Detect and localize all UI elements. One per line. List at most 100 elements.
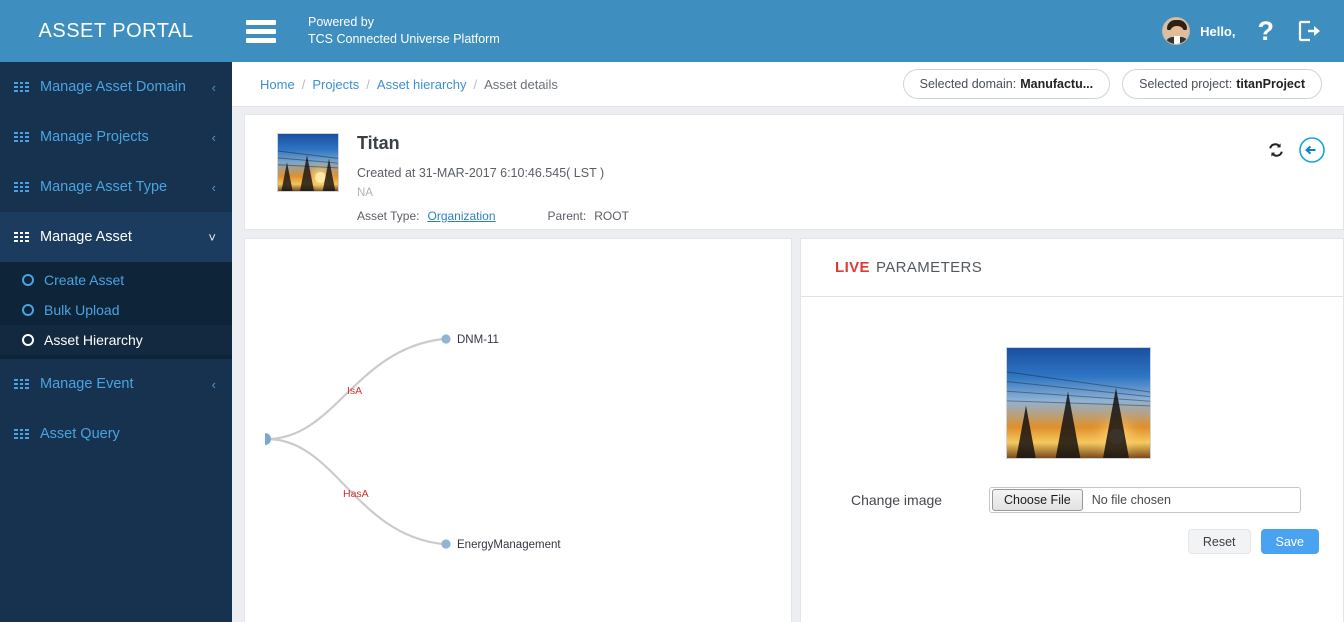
sidebar-subitem-label: Create Asset bbox=[44, 272, 125, 288]
form-actions: Reset Save bbox=[1187, 529, 1319, 554]
logout-icon[interactable] bbox=[1296, 18, 1322, 44]
chevron-left-icon: ‹ bbox=[211, 79, 216, 95]
tree-node-label-energymanagement[interactable]: EnergyManagement bbox=[457, 539, 561, 551]
logout-icon-svg bbox=[1298, 20, 1320, 42]
parameters-label: PARAMETERS bbox=[875, 259, 983, 276]
breadcrumb-current: Asset details bbox=[484, 76, 558, 92]
asset-description: NA bbox=[357, 187, 373, 199]
save-button[interactable]: Save bbox=[1260, 529, 1319, 554]
change-image-row: Change image Choose File No file chosen bbox=[851, 487, 1301, 513]
tree-edge-label-hasa: HasA bbox=[343, 488, 369, 500]
sidebar-subitem-label: Bulk Upload bbox=[44, 302, 120, 318]
selected-domain-chip[interactable]: Selected domain: Manufactu... bbox=[902, 69, 1111, 99]
tree-node-dot[interactable] bbox=[441, 539, 451, 549]
sidebar-item-manage-event[interactable]: Manage Event ‹ bbox=[0, 359, 232, 409]
asset-thumbnail-image bbox=[277, 133, 339, 192]
sidebar-item-manage-asset-domain[interactable]: Manage Asset Domain ‹ bbox=[0, 62, 232, 112]
chevron-left-icon: ‹ bbox=[211, 376, 216, 392]
powered-by-line2: TCS Connected Universe Platform bbox=[308, 32, 500, 46]
asset-hierarchy-tree-panel[interactable]: DNM-11 EnergyManagement IsA HasA bbox=[244, 238, 792, 622]
sidebar-item-manage-asset-type[interactable]: Manage Asset Type ‹ bbox=[0, 162, 232, 212]
sidebar-item-manage-asset[interactable]: Manage Asset ˅ bbox=[0, 212, 232, 262]
refresh-icon-svg bbox=[1269, 143, 1283, 157]
change-image-label: Change image bbox=[851, 492, 943, 508]
avatar-collar bbox=[1174, 36, 1181, 44]
grid-icon bbox=[14, 81, 29, 93]
asset-meta-row: Asset Type: Organization Parent: ROOT bbox=[357, 209, 629, 223]
sidebar-item-create-asset[interactable]: Create Asset bbox=[0, 265, 232, 295]
thumbnail-tower bbox=[281, 162, 293, 191]
selected-domain-value: Manufactu... bbox=[1020, 77, 1094, 91]
asset-portal-page: ASSET PORTAL Powered by TCS Connected Un… bbox=[0, 0, 1344, 622]
tree-root-node[interactable] bbox=[265, 433, 271, 445]
hamburger-bar-2 bbox=[246, 28, 276, 34]
header-actions: Hello, ? bbox=[1162, 17, 1344, 45]
breadcrumb-item-asset-hierarchy[interactable]: Asset hierarchy bbox=[377, 77, 467, 92]
sidebar-item-label: Manage Event bbox=[40, 376, 134, 392]
tree-node-label-dnm11[interactable]: DNM-11 bbox=[457, 334, 499, 346]
sidebar-subitem-label: Asset Hierarchy bbox=[44, 332, 143, 348]
chevron-left-icon: ‹ bbox=[211, 129, 216, 145]
circle-icon bbox=[22, 274, 34, 286]
sidebar-item-label: Asset Query bbox=[40, 426, 120, 442]
asset-hierarchy-tree[interactable]: DNM-11 EnergyManagement IsA HasA bbox=[245, 239, 792, 622]
selected-project-value: titanProject bbox=[1236, 77, 1305, 91]
breadcrumb-separator: / bbox=[366, 76, 370, 92]
asset-type-link[interactable]: Organization bbox=[427, 209, 495, 223]
greeting-text: Hello, bbox=[1200, 23, 1236, 39]
breadcrumb-item-home[interactable]: Home bbox=[260, 77, 295, 92]
asset-image-preview bbox=[1006, 347, 1151, 459]
asset-details-card: Titan Created at 31-MAR-2017 6:10:46.545… bbox=[244, 114, 1344, 230]
circle-icon bbox=[22, 304, 34, 316]
reset-button[interactable]: Reset bbox=[1187, 529, 1251, 554]
thumbnail-tower bbox=[322, 158, 336, 191]
sidebar-item-label: Manage Asset bbox=[40, 229, 132, 245]
sidebar-item-label: Manage Projects bbox=[40, 129, 149, 145]
user-profile[interactable]: Hello, bbox=[1162, 17, 1236, 45]
asset-info: Titan Created at 31-MAR-2017 6:10:46.545… bbox=[357, 127, 629, 229]
back-arrow-icon[interactable] bbox=[1299, 137, 1325, 168]
asset-parent-value: ROOT bbox=[594, 209, 629, 223]
chevron-down-icon: ˅ bbox=[208, 229, 216, 245]
sidebar-item-asset-query[interactable]: Asset Query bbox=[0, 409, 232, 459]
selected-project-chip[interactable]: Selected project: titanProject bbox=[1122, 69, 1322, 99]
file-status-text: No file chosen bbox=[1091, 493, 1171, 507]
tree-edge-label-isa: IsA bbox=[347, 385, 362, 397]
circle-icon bbox=[22, 334, 34, 346]
page-title: Titan bbox=[357, 133, 400, 153]
thumbnail-tower bbox=[300, 155, 314, 191]
live-parameters-panel: LIVE PARAMETERS Change image Choose File… bbox=[800, 238, 1344, 622]
breadcrumb: Home / Projects / Asset hierarchy / Asse… bbox=[260, 77, 558, 92]
choose-file-button[interactable]: Choose File bbox=[992, 489, 1083, 511]
asset-type-label: Asset Type: bbox=[357, 209, 420, 223]
tree-node-dot[interactable] bbox=[441, 334, 451, 344]
back-arrow-icon-svg bbox=[1299, 137, 1325, 163]
help-icon[interactable]: ? bbox=[1258, 17, 1275, 45]
sidebar-item-label: Manage Asset Type bbox=[40, 179, 168, 195]
powered-by-text: Powered by TCS Connected Universe Platfo… bbox=[308, 14, 500, 48]
asset-card-actions bbox=[1267, 137, 1325, 168]
refresh-icon[interactable] bbox=[1267, 141, 1285, 164]
grid-icon bbox=[14, 378, 29, 390]
sidebar-item-manage-projects[interactable]: Manage Projects ‹ bbox=[0, 112, 232, 162]
asset-created-text: Created at 31-MAR-2017 6:10:46.545( LST … bbox=[357, 166, 605, 180]
app-brand-title: ASSET PORTAL bbox=[38, 19, 194, 42]
live-parameters-header: LIVE PARAMETERS bbox=[801, 239, 1343, 297]
image-tower bbox=[1016, 405, 1036, 458]
asset-parent-label: Parent: bbox=[547, 209, 587, 223]
selected-project-label: Selected project: bbox=[1139, 77, 1233, 91]
hamburger-icon[interactable] bbox=[246, 19, 276, 43]
chevron-left-icon: ‹ bbox=[211, 179, 216, 195]
sidebar-item-bulk-upload[interactable]: Bulk Upload bbox=[0, 295, 232, 325]
grid-icon bbox=[14, 181, 29, 193]
powered-by-line1: Powered by bbox=[308, 15, 375, 29]
image-tower bbox=[1103, 388, 1129, 458]
context-chips: Selected domain: Manufactu... Selected p… bbox=[902, 69, 1332, 99]
file-input[interactable]: Choose File No file chosen bbox=[989, 487, 1301, 513]
breadcrumb-item-projects[interactable]: Projects bbox=[312, 77, 359, 92]
hamburger-bar-3 bbox=[246, 37, 276, 43]
breadcrumb-separator: / bbox=[301, 76, 306, 92]
sidebar-item-asset-hierarchy[interactable]: Asset Hierarchy bbox=[0, 325, 232, 355]
grid-icon bbox=[14, 131, 29, 143]
sidebar-nav: Manage Asset Domain ‹ Manage Projects ‹ … bbox=[0, 62, 232, 622]
